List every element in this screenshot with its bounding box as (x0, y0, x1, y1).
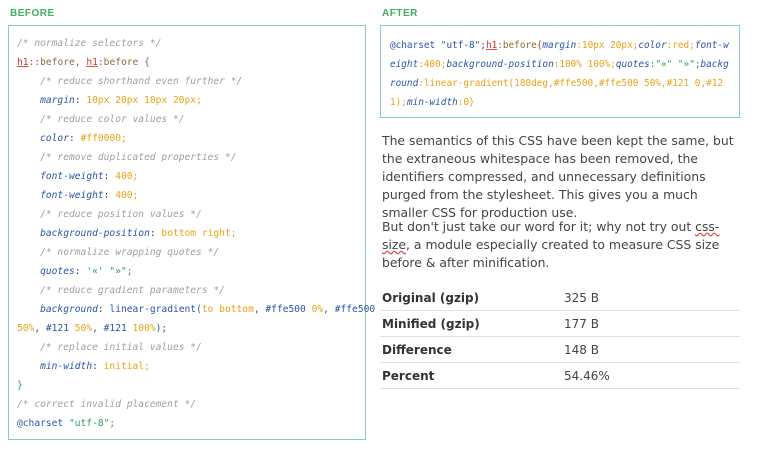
code-line: color: #ff0000; (40, 133, 127, 144)
code-line: @charset "utf-8"; (17, 418, 116, 429)
table-row: Difference 148 B (380, 336, 740, 363)
table-row: Minified (gzip) 177 B (380, 310, 740, 337)
css-size-paragraph: But don't just take our word for it; why… (382, 219, 720, 270)
code-line: /* reduce gradient parameters */ (40, 285, 225, 296)
code-line: background-position: bottom right; (40, 228, 237, 239)
before-heading: BEFORE (10, 8, 55, 19)
stat-label: Percent (380, 362, 562, 389)
code-line: h1::before, h1:before { (17, 57, 150, 68)
code-line: quotes: '«' "»"; (40, 266, 133, 277)
code-line: /* replace initial values */ (40, 342, 202, 353)
table-row: Original (gzip) 325 B (380, 285, 740, 311)
size-stats-table: Original (gzip) 325 B Minified (gzip) 177 … (380, 285, 740, 389)
code-line: /* remove duplicated properties */ (40, 152, 237, 163)
stat-label: Minified (gzip) (380, 310, 562, 337)
code-line: font-weight: 400; (40, 171, 139, 182)
after-code-panel: @charset "utf-8";h1:before{margin:10px 2… (380, 25, 740, 118)
stat-label: Difference (380, 336, 562, 363)
code-line: /* normalize selectors */ (17, 38, 162, 49)
stat-value: 325 B (562, 285, 740, 311)
before-code-block: /* normalize selectors */h1::before, h1:… (17, 34, 376, 433)
code-line: 50%, #121 50%, #121 100%); (17, 323, 168, 334)
code-line: } (17, 380, 23, 391)
code-line: /* reduce position values */ (40, 209, 202, 220)
after-code-block: @charset "utf-8";h1:before{margin:10px 2… (390, 40, 729, 108)
code-line: /* reduce color values */ (40, 114, 185, 125)
code-line: min-width: initial; (40, 361, 150, 372)
stat-value: 177 B (562, 310, 740, 337)
code-line: margin: 10px 20px 10px 20px; (40, 95, 202, 106)
code-line: /* reduce shorthand even further */ (40, 76, 243, 87)
stat-value: 148 B (562, 336, 740, 363)
description-paragraph: The semantics of this CSS have been kept… (382, 133, 734, 220)
table-row: Percent 54.46% (380, 362, 740, 389)
code-line: /* correct invalid placement */ (17, 399, 197, 410)
code-line: background: linear-gradient(to bottom, #… (40, 304, 376, 315)
code-line: /* normalize wrapping quotes */ (40, 247, 220, 258)
before-code-panel: /* normalize selectors */h1::before, h1:… (8, 25, 376, 440)
stat-value: 54.46% (562, 362, 740, 389)
stat-label: Original (gzip) (380, 285, 562, 311)
after-heading: AFTER (382, 8, 418, 19)
code-line: font-weight: 400; (40, 190, 139, 201)
